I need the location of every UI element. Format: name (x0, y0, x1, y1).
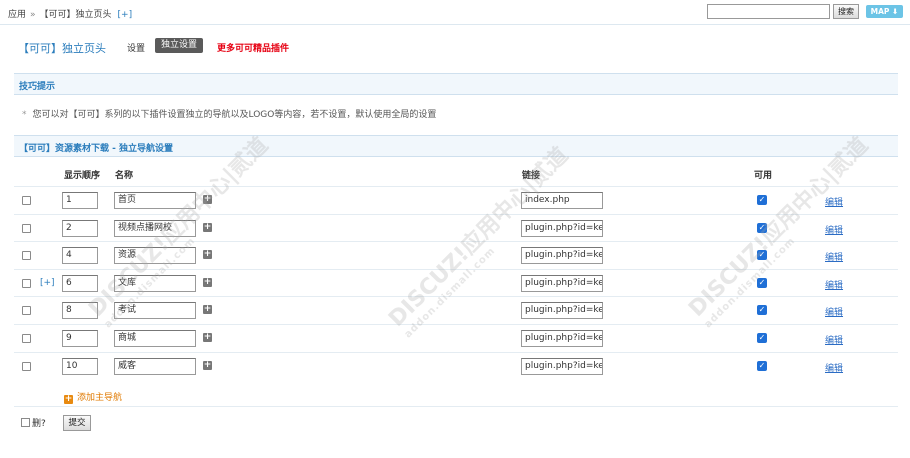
breadcrumb-separator: » (30, 10, 36, 20)
order-input[interactable]: 8 (62, 302, 98, 319)
link-input[interactable]: plugin.php?id=ke (521, 275, 603, 292)
page-title: 【可可】独立页头 (18, 42, 106, 55)
order-input[interactable]: 6 (62, 275, 98, 292)
row-select-checkbox[interactable] (22, 362, 31, 371)
row-select-checkbox[interactable] (22, 251, 31, 260)
add-main-nav-label: 添加主导航 (77, 393, 123, 403)
delete-label: 删? (32, 419, 46, 429)
add-sub-nav-icon[interactable]: + (203, 223, 212, 232)
bullet-icon: * (22, 110, 27, 120)
top-bar: 应用 » 【可可】独立页头 [+] 搜索 MAP ⬇ (0, 0, 910, 25)
search-button[interactable]: 搜索 (833, 4, 859, 19)
column-header-name: 名称 (115, 171, 134, 181)
name-input[interactable]: 威客 (114, 358, 196, 375)
nav-settings-header: 【可可】资源素材下载 - 独立导航设置 (14, 135, 898, 157)
available-checkbox[interactable]: ✓ (757, 278, 767, 288)
link-input[interactable]: index.php (521, 192, 603, 209)
add-sub-nav-icon[interactable]: + (203, 250, 212, 259)
edit-link[interactable]: 编辑 (825, 278, 843, 291)
breadcrumb-add-link[interactable]: [+] (118, 10, 133, 20)
breadcrumb-root[interactable]: 应用 (8, 10, 26, 20)
row-select-checkbox[interactable] (22, 224, 31, 233)
row-select-checkbox[interactable] (22, 196, 31, 205)
plus-icon: + (64, 394, 73, 404)
add-sub-nav-icon[interactable]: + (203, 195, 212, 204)
tips-header: 技巧提示 (14, 73, 898, 95)
arrow-down-icon: ⬇ (889, 7, 899, 16)
table-row: 4 资源 + plugin.php?id=ke ✓ 编辑 (14, 241, 898, 269)
table-row: 8 考试 + plugin.php?id=ke ✓ 编辑 (14, 296, 898, 324)
name-input[interactable]: 视频点播网校 (114, 220, 196, 237)
name-input[interactable]: 商城 (114, 330, 196, 347)
name-input[interactable]: 文库 (114, 275, 196, 292)
add-main-nav-link[interactable]: + 添加主导航 (64, 390, 122, 404)
link-input[interactable]: plugin.php?id=ke (521, 220, 603, 237)
name-input[interactable]: 考试 (114, 302, 196, 319)
row-select-checkbox[interactable] (22, 334, 31, 343)
table-row: 1 首页 + index.php ✓ 编辑 (14, 186, 898, 214)
tips-header-title: 技巧提示 (19, 82, 56, 92)
column-header-order: 显示顺序 (64, 171, 101, 181)
breadcrumb: 应用 » 【可可】独立页头 [+] (8, 7, 132, 20)
row-select-checkbox[interactable] (22, 279, 31, 288)
table-row: [+] 6 文库 + plugin.php?id=ke ✓ 编辑 (14, 269, 898, 297)
order-input[interactable]: 1 (62, 192, 98, 209)
add-sub-nav-icon[interactable]: + (203, 305, 212, 314)
edit-link[interactable]: 编辑 (825, 361, 843, 374)
edit-link[interactable]: 编辑 (825, 195, 843, 208)
available-checkbox[interactable]: ✓ (757, 195, 767, 205)
tip-text-content: 您可以对【可可】系列的以下插件设置独立的导航以及LOGO等内容，若不设置，默认使… (32, 110, 437, 120)
name-input[interactable]: 资源 (114, 247, 196, 264)
link-input[interactable]: plugin.php?id=ke (521, 330, 603, 347)
more-plugins-link[interactable]: 更多可可精品插件 (217, 41, 289, 54)
column-header-link: 链接 (522, 171, 541, 181)
tab-settings[interactable]: 设置 (127, 41, 145, 54)
link-input[interactable]: plugin.php?id=ke (521, 358, 603, 375)
link-input[interactable]: plugin.php?id=ke (521, 247, 603, 264)
add-sub-nav-icon[interactable]: + (203, 333, 212, 342)
divider (14, 406, 898, 407)
available-checkbox[interactable]: ✓ (757, 305, 767, 315)
available-checkbox[interactable]: ✓ (757, 361, 767, 371)
table-row: 10 威客 + plugin.php?id=ke ✓ 编辑 (14, 352, 898, 380)
submit-button[interactable]: 提交 (63, 415, 91, 431)
edit-link[interactable]: 编辑 (825, 223, 843, 236)
map-button-label: MAP (870, 7, 890, 16)
breadcrumb-current: 【可可】独立页头 (39, 10, 112, 20)
add-sub-nav-icon[interactable]: + (203, 278, 212, 287)
edit-link[interactable]: 编辑 (825, 333, 843, 346)
row-expand-link[interactable]: [+] (40, 278, 55, 288)
available-checkbox[interactable]: ✓ (757, 333, 767, 343)
edit-link[interactable]: 编辑 (825, 305, 843, 318)
row-select-checkbox[interactable] (22, 306, 31, 315)
search-input[interactable] (707, 4, 830, 19)
name-input[interactable]: 首页 (114, 192, 196, 209)
tab-independent-settings[interactable]: 独立设置 (155, 38, 204, 53)
table-row: 2 视频点播网校 + plugin.php?id=ke ✓ 编辑 (14, 214, 898, 242)
column-header-available: 可用 (754, 171, 773, 181)
link-input[interactable]: plugin.php?id=ke (521, 302, 603, 319)
order-input[interactable]: 4 (62, 247, 98, 264)
order-input[interactable]: 10 (62, 358, 98, 375)
available-checkbox[interactable]: ✓ (757, 223, 767, 233)
table-row: 9 商城 + plugin.php?id=ke ✓ 编辑 (14, 324, 898, 352)
order-input[interactable]: 9 (62, 330, 98, 347)
order-input[interactable]: 2 (62, 220, 98, 237)
tip-text: * 您可以对【可可】系列的以下插件设置独立的导航以及LOGO等内容，若不设置，默认… (22, 107, 436, 120)
delete-checkbox[interactable] (21, 418, 30, 427)
available-checkbox[interactable]: ✓ (757, 250, 767, 260)
nav-settings-header-title: 【可可】资源素材下载 - 独立导航设置 (19, 144, 174, 154)
edit-link[interactable]: 编辑 (825, 250, 843, 263)
add-sub-nav-icon[interactable]: + (203, 361, 212, 370)
map-button[interactable]: MAP ⬇ (866, 5, 903, 18)
